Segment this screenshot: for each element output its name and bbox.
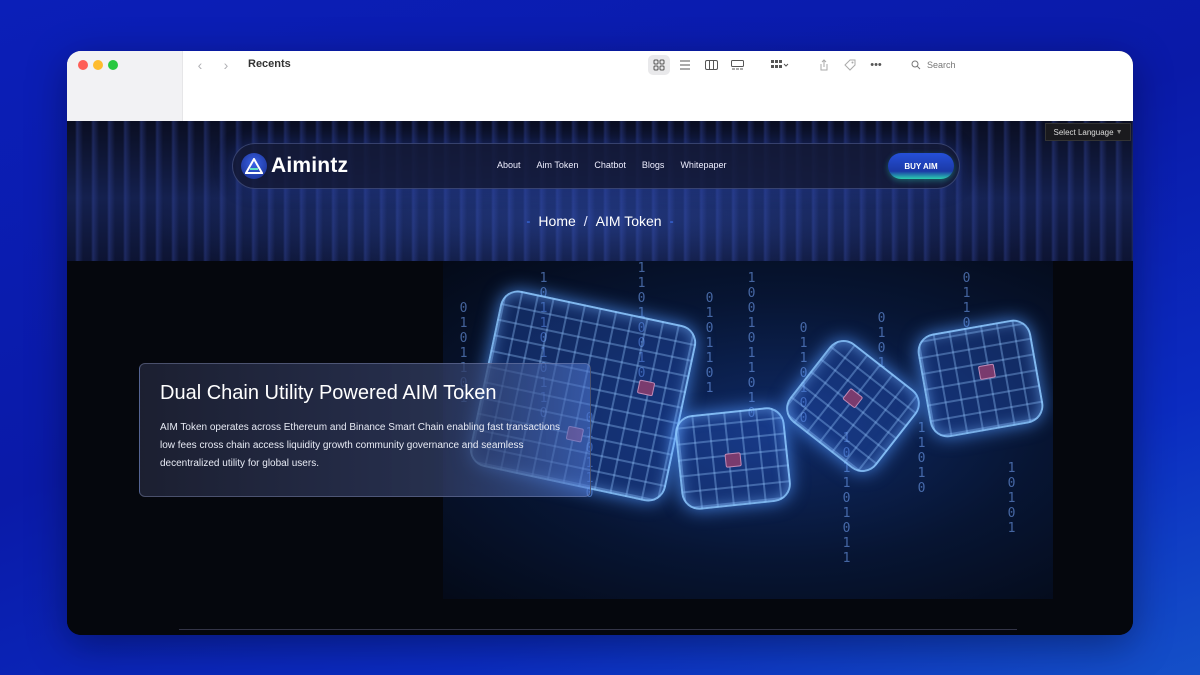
- cube-pip: [977, 363, 997, 381]
- cube-pip: [636, 379, 656, 397]
- breadcrumb: - Home / AIM Token -: [67, 213, 1133, 229]
- column-view-icon[interactable]: [700, 55, 722, 75]
- medium-cube: [673, 405, 793, 512]
- icon-view-icon[interactable]: [648, 55, 670, 75]
- close-window-button[interactable]: [78, 60, 88, 70]
- nav-link-aim-token[interactable]: Aim Token: [537, 160, 579, 170]
- nav-link-about[interactable]: About: [497, 160, 521, 170]
- language-select-label: Select Language: [1053, 127, 1114, 137]
- group-by-menu[interactable]: [766, 54, 794, 76]
- more-options-icon[interactable]: •••: [865, 55, 887, 75]
- cube-pip: [724, 452, 742, 468]
- breadcrumb-dash-right: -: [669, 214, 674, 228]
- forward-arrow-icon[interactable]: ›: [224, 57, 229, 73]
- next-section-edge: [179, 629, 1017, 635]
- minimize-window-button[interactable]: [93, 60, 103, 70]
- binary-column: 10101: [1004, 461, 1019, 536]
- view-mode-group: [648, 54, 748, 76]
- hero-background: [67, 121, 1133, 261]
- buy-aim-button[interactable]: BUY AIM: [888, 153, 954, 179]
- cube-pip: [842, 387, 864, 409]
- gallery-view-icon[interactable]: [726, 55, 748, 75]
- token-info-card: Dual Chain Utility Powered AIM Token AIM…: [139, 363, 591, 497]
- website-viewport: Select Language ▼ Aimintz About Aim Toke…: [67, 121, 1133, 635]
- binary-column: 0101101: [702, 291, 717, 396]
- nav-link-blogs[interactable]: Blogs: [642, 160, 665, 170]
- nav-link-whitepaper[interactable]: Whitepaper: [680, 160, 726, 170]
- card-title: Dual Chain Utility Powered AIM Token: [160, 382, 497, 404]
- nav-link-chatbot[interactable]: Chatbot: [594, 160, 626, 170]
- breadcrumb-separator: /: [583, 213, 588, 229]
- search-field[interactable]: Search: [903, 54, 1129, 76]
- card-description: AIM Token operates across Ethereum and B…: [160, 422, 561, 469]
- sidebar-strip: [67, 51, 183, 121]
- search-icon: [911, 60, 921, 70]
- site-navbar: Aimintz About Aim Token Chatbot Blogs Wh…: [232, 143, 960, 189]
- nav-links: About Aim Token Chatbot Blogs Whitepaper: [497, 160, 726, 170]
- history-nav: ‹ ›: [187, 53, 239, 77]
- dropdown-arrow-icon: ▼: [1115, 128, 1123, 136]
- logo-mark-icon: [241, 153, 267, 179]
- share-icon[interactable]: [813, 55, 835, 75]
- back-arrow-icon[interactable]: ‹: [198, 57, 203, 73]
- breadcrumb-current: AIM Token: [595, 213, 662, 229]
- breadcrumb-home[interactable]: Home: [538, 213, 575, 229]
- site-logo[interactable]: Aimintz: [241, 153, 348, 179]
- window-title: Recents: [248, 58, 291, 70]
- breadcrumb-dash-left: -: [526, 214, 531, 228]
- finder-toolbar: ‹ › Recents ••• Search: [67, 51, 1133, 121]
- binary-column: 0110: [959, 271, 974, 331]
- zoom-window-button[interactable]: [108, 60, 118, 70]
- right-cube: [914, 316, 1047, 441]
- logo-text: Aimintz: [271, 154, 349, 177]
- list-view-icon[interactable]: [674, 55, 696, 75]
- search-placeholder: Search: [927, 60, 956, 70]
- binary-column: 11010: [914, 421, 929, 496]
- language-select[interactable]: Select Language ▼: [1045, 123, 1131, 141]
- group-by-icon[interactable]: [766, 55, 794, 75]
- action-group: •••: [813, 54, 887, 76]
- binary-column: 1001011010: [744, 271, 759, 421]
- browser-window: ‹ › Recents ••• Search Select Language ▼…: [67, 51, 1133, 635]
- tag-icon[interactable]: [839, 55, 861, 75]
